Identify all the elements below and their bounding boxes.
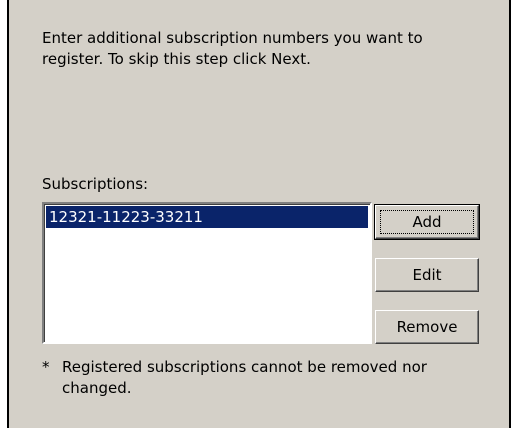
subscription-list-item[interactable]: 12321-11223-33211: [46, 206, 368, 228]
note-asterisk: *: [42, 358, 50, 376]
subscriptions-label: Subscriptions:: [42, 175, 149, 193]
add-button[interactable]: Add: [374, 204, 480, 240]
subscriptions-dialog-panel: Enter additional subscription numbers yo…: [7, 0, 511, 428]
edit-button[interactable]: Edit: [375, 258, 479, 292]
remove-button[interactable]: Remove: [375, 310, 479, 344]
registration-note: * Registered subscriptions cannot be rem…: [42, 357, 482, 399]
subscriptions-listbox[interactable]: 12321-11223-33211: [42, 202, 372, 344]
remove-button-label: Remove: [396, 318, 458, 336]
subscription-number: 12321-11223-33211: [49, 208, 203, 226]
note-text: Registered subscriptions cannot be remov…: [62, 358, 427, 397]
edit-button-label: Edit: [412, 266, 442, 284]
add-button-label: Add: [412, 213, 442, 231]
instructions-text: Enter additional subscription numbers yo…: [42, 29, 423, 68]
